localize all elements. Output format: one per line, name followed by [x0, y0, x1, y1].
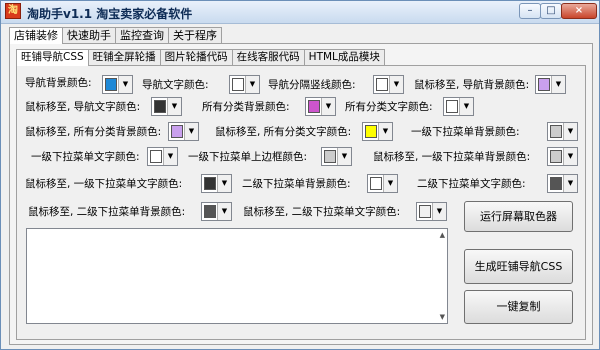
- color-swatch: [376, 78, 388, 91]
- hover-nav-text-color-select[interactable]: ▼: [151, 97, 182, 116]
- color-swatch: [538, 78, 550, 91]
- dropdown2-text-color-select[interactable]: ▼: [547, 174, 578, 193]
- dropdown1-top-border-color-select[interactable]: ▼: [321, 147, 352, 166]
- color-swatch: [105, 78, 117, 91]
- color-swatch: [204, 177, 216, 190]
- dropdown-arrow-icon[interactable]: ▼: [217, 203, 231, 220]
- color-swatch: [324, 150, 336, 163]
- title-bar: 淘 淘助手v1.1 淘宝卖家必备软件 – □ ×: [1, 1, 599, 24]
- tab-about[interactable]: 关于程序: [168, 27, 222, 43]
- dropdown1-bg-color-label: 一级下拉菜单背景颜色:: [411, 126, 520, 138]
- category-bg-color-select[interactable]: ▼: [305, 97, 336, 116]
- css-output-textarea[interactable]: ▲ ▼: [26, 228, 448, 324]
- tab-monitor-query[interactable]: 监控查询: [115, 27, 169, 43]
- hover-dropdown2-text-color-select[interactable]: ▼: [416, 202, 447, 221]
- hover-dropdown2-bg-color-label: 鼠标移至, 二级下拉菜单背景颜色:: [28, 206, 186, 218]
- dropdown2-bg-color-select[interactable]: ▼: [367, 174, 398, 193]
- dropdown-arrow-icon[interactable]: ▼: [383, 175, 397, 192]
- dropdown-arrow-icon[interactable]: ▼: [321, 98, 335, 115]
- tab-nav-css[interactable]: 旺铺导航CSS: [16, 49, 89, 66]
- dropdown1-text-color-label: 一级下拉菜单文字颜色:: [31, 151, 140, 163]
- color-picker-button[interactable]: 运行屏幕取色器: [464, 201, 573, 232]
- sub-tab-bar: 旺铺导航CSS 旺铺全屏轮播 图片轮播代码 在线客服代码 HTML成品模块: [16, 49, 385, 66]
- dropdown-arrow-icon[interactable]: ▼: [184, 123, 198, 140]
- dropdown-arrow-icon[interactable]: ▼: [563, 175, 577, 192]
- hover-nav-bg-color-label: 鼠标移至, 导航背景颜色:: [414, 79, 530, 91]
- dropdown2-bg-color-label: 二级下拉菜单背景颜色:: [242, 178, 351, 190]
- hover-dropdown1-bg-color-select[interactable]: ▼: [547, 147, 578, 166]
- dropdown-arrow-icon[interactable]: ▼: [389, 76, 403, 93]
- dropdown-arrow-icon[interactable]: ▼: [163, 148, 177, 165]
- dropdown2-text-color-label: 二级下拉菜单文字颜色:: [417, 178, 526, 190]
- close-button[interactable]: ×: [561, 3, 597, 19]
- color-swatch: [550, 177, 562, 190]
- color-swatch: [232, 78, 244, 91]
- tab-online-service-code[interactable]: 在线客服代码: [231, 49, 305, 65]
- color-swatch: [204, 205, 216, 218]
- hover-dropdown1-bg-color-label: 鼠标移至, 一级下拉菜单背景颜色:: [373, 151, 531, 163]
- color-swatch: [446, 100, 458, 113]
- category-bg-color-label: 所有分类背景颜色:: [202, 101, 290, 113]
- tab-image-carousel-code[interactable]: 图片轮播代码: [159, 49, 233, 65]
- minimize-button[interactable]: –: [519, 3, 541, 19]
- tab-fullscreen-carousel[interactable]: 旺铺全屏轮播: [87, 49, 161, 65]
- color-swatch: [171, 125, 183, 138]
- nav-divider-color-label: 导航分隔竖线颜色:: [268, 79, 356, 91]
- dropdown-arrow-icon[interactable]: ▼: [245, 76, 259, 93]
- color-swatch: [550, 150, 562, 163]
- tab-shop-decoration[interactable]: 店铺装修: [9, 27, 63, 44]
- tab-quick-assistant[interactable]: 快速助手: [62, 27, 116, 43]
- color-swatch: [150, 150, 162, 163]
- nav-bg-color-label: 导航背景颜色:: [25, 77, 92, 89]
- dropdown-arrow-icon[interactable]: ▼: [167, 98, 181, 115]
- color-swatch: [365, 125, 377, 138]
- hover-nav-text-color-label: 鼠标移至, 导航文字颜色:: [25, 101, 141, 113]
- color-swatch: [419, 205, 431, 218]
- hover-category-text-color-select[interactable]: ▼: [362, 122, 393, 141]
- category-text-color-select[interactable]: ▼: [443, 97, 474, 116]
- nav-text-color-select[interactable]: ▼: [229, 75, 260, 94]
- tab-html-modules[interactable]: HTML成品模块: [303, 49, 385, 65]
- color-swatch: [154, 100, 166, 113]
- color-swatch: [550, 125, 562, 138]
- copy-all-button[interactable]: 一键复制: [464, 290, 573, 324]
- nav-bg-color-select[interactable]: ▼: [102, 75, 133, 94]
- dropdown-arrow-icon[interactable]: ▼: [563, 148, 577, 165]
- scroll-up-arrow-icon[interactable]: ▲: [440, 231, 445, 239]
- color-swatch: [308, 100, 320, 113]
- app-logo-icon: 淘: [5, 3, 21, 19]
- nav-divider-color-select[interactable]: ▼: [373, 75, 404, 94]
- hover-dropdown2-text-color-label: 鼠标移至, 二级下拉菜单文字颜色:: [243, 206, 401, 218]
- hover-nav-bg-color-select[interactable]: ▼: [535, 75, 566, 94]
- dropdown-arrow-icon[interactable]: ▼: [563, 123, 577, 140]
- hover-category-bg-color-label: 鼠标移至, 所有分类背景颜色:: [25, 126, 162, 138]
- hover-dropdown1-text-color-label: 鼠标移至, 一级下拉菜单文字颜色:: [25, 178, 183, 190]
- window-title: 淘助手v1.1 淘宝卖家必备软件: [27, 7, 193, 21]
- nav-text-color-label: 导航文字颜色:: [142, 79, 209, 91]
- maximize-button[interactable]: □: [540, 3, 562, 19]
- dropdown-arrow-icon[interactable]: ▼: [378, 123, 392, 140]
- dropdown1-bg-color-select[interactable]: ▼: [547, 122, 578, 141]
- dropdown-arrow-icon[interactable]: ▼: [337, 148, 351, 165]
- hover-dropdown1-text-color-select[interactable]: ▼: [201, 174, 232, 193]
- category-text-color-label: 所有分类文字颜色:: [345, 101, 433, 113]
- hover-category-bg-color-select[interactable]: ▼: [168, 122, 199, 141]
- color-swatch: [370, 177, 382, 190]
- scroll-down-arrow-icon[interactable]: ▼: [440, 313, 445, 321]
- dropdown-arrow-icon[interactable]: ▼: [551, 76, 565, 93]
- generate-css-button[interactable]: 生成旺铺导航CSS: [464, 249, 573, 284]
- hover-category-text-color-label: 鼠标移至, 所有分类文字颜色:: [215, 126, 352, 138]
- dropdown-arrow-icon[interactable]: ▼: [432, 203, 446, 220]
- dropdown1-text-color-select[interactable]: ▼: [147, 147, 178, 166]
- dropdown-arrow-icon[interactable]: ▼: [217, 175, 231, 192]
- app-window: 淘 淘助手v1.1 淘宝卖家必备软件 – □ × 店铺装修 快速助手 监控查询 …: [0, 0, 600, 350]
- hover-dropdown2-bg-color-select[interactable]: ▼: [201, 202, 232, 221]
- dropdown-arrow-icon[interactable]: ▼: [118, 76, 132, 93]
- dropdown-arrow-icon[interactable]: ▼: [459, 98, 473, 115]
- dropdown1-top-border-color-label: 一级下拉菜单上边框颜色:: [188, 151, 308, 163]
- main-tab-bar: 店铺装修 快速助手 监控查询 关于程序: [9, 27, 222, 44]
